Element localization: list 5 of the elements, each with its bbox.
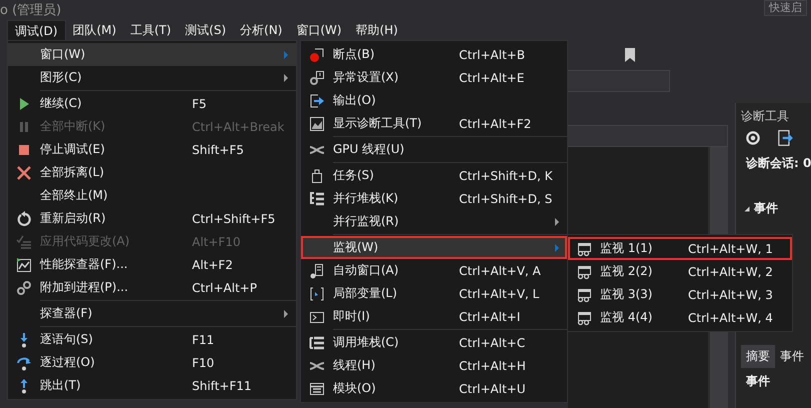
session-label: 诊断会话: 0: [746, 155, 811, 172]
section-heading: 事件: [746, 373, 770, 390]
section-heading: 事件: [754, 200, 778, 217]
panel-title: 诊断工具: [741, 108, 789, 125]
window-title: o (管理员): [0, 2, 62, 19]
